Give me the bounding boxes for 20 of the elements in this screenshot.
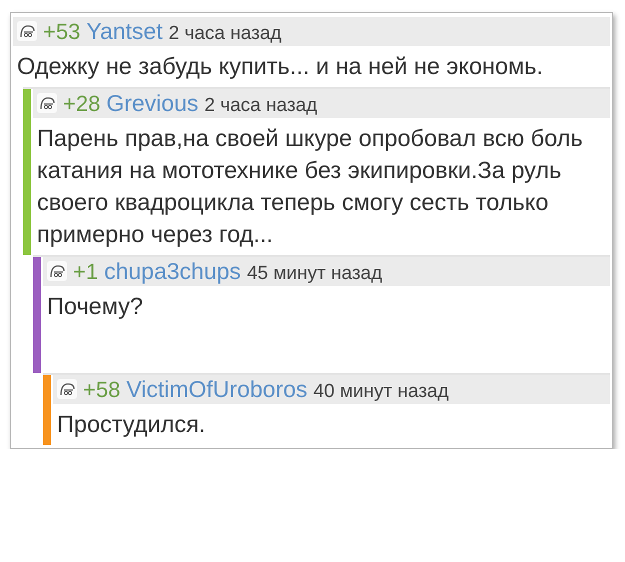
avatar-icon [47,261,67,281]
avatar-icon [37,93,57,113]
comment-author[interactable]: chupa3chups [104,258,241,285]
comment-time: 40 минут назад [313,381,449,403]
comment-text: Одежку не забудь купить... и на ней не экономь. [16,52,544,81]
comment-author[interactable]: VictimOfUroboros [126,376,308,403]
comment-text: Почему? [46,292,144,321]
comment-author[interactable]: Grevious [106,90,198,117]
comment-score: +1 [73,259,98,285]
comment-text: Парень прав,на своей шкуре опробовал всю боль катания на мототехнике без экипировки.За руль своего квадроцикла теперь смогу сесть только примерно через год... [36,124,584,249]
comment-time: 2 часа назад [204,95,318,117]
comment-time: 2 часа назад [168,23,282,45]
comment-score: +58 [83,377,120,403]
comment-score: +28 [63,91,100,117]
comment-author[interactable]: Yantset [86,18,163,45]
comment-time: 45 минут назад [246,263,382,285]
avatar-icon [57,379,77,399]
comment-score: +53 [43,19,80,45]
comment-text: Простудился. [56,410,206,439]
avatar-icon [17,21,37,41]
